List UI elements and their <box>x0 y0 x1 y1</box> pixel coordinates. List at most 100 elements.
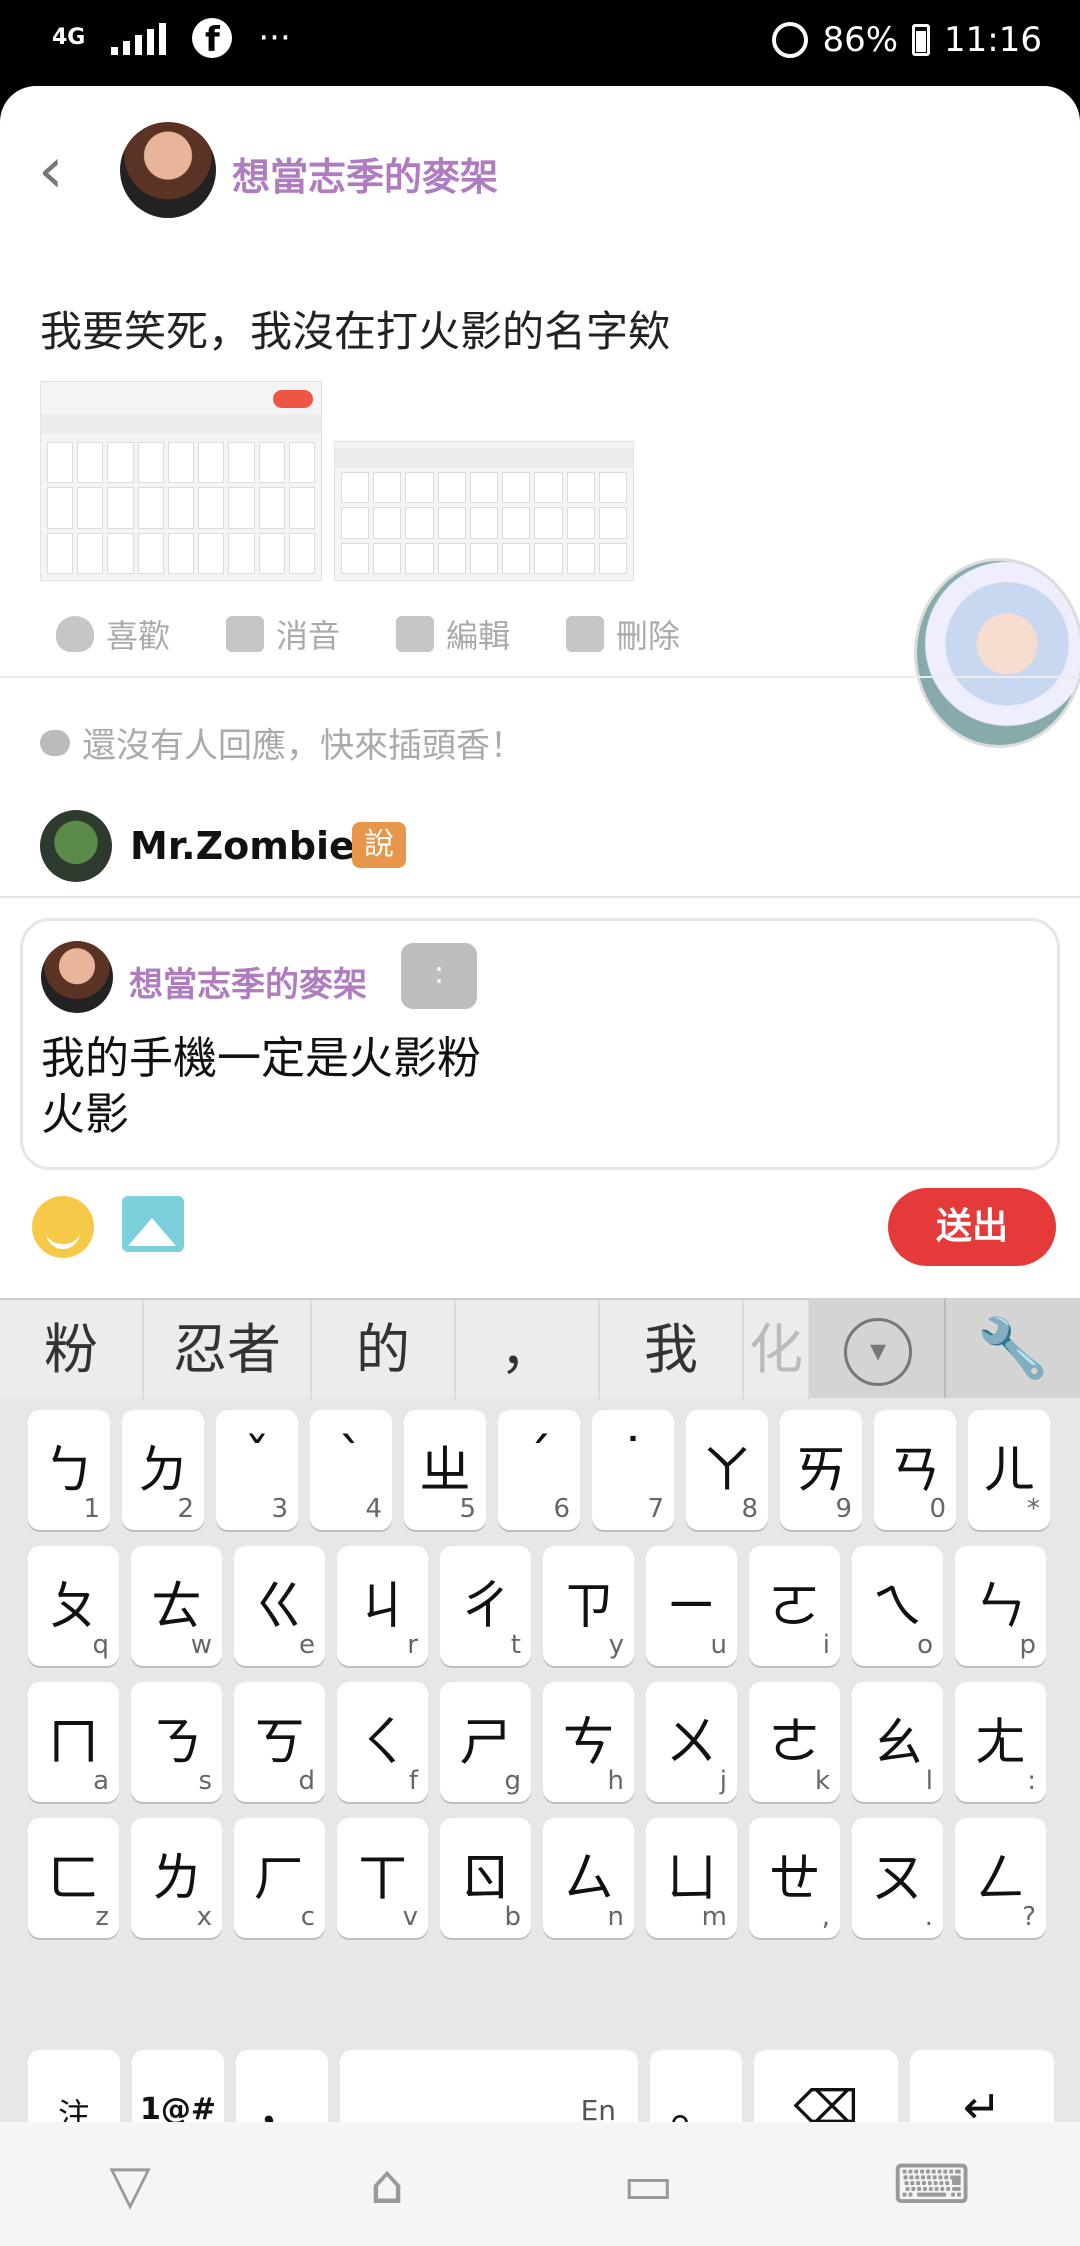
edit-button[interactable]: 編輯 <box>396 611 510 657</box>
key-a[interactable]: ㄇa <box>28 1682 119 1802</box>
network-indicator: 4G <box>52 25 86 50</box>
key-sub-label: 0 <box>929 1494 946 1524</box>
key-7[interactable]: ˙ 7 <box>592 1410 674 1530</box>
expand-candidates-button[interactable] <box>810 1298 944 1398</box>
key-o[interactable]: ㄟo <box>852 1546 943 1666</box>
nav-home-icon[interactable]: ⌂ <box>370 2153 404 2216</box>
key-main-label: ㄑ <box>356 1713 409 1773</box>
candidate-4[interactable]: ， <box>456 1300 600 1400</box>
author-name[interactable]: 想當志季的麥架 <box>232 146 498 201</box>
key-main-label: ㄤ <box>974 1713 1027 1773</box>
key-w[interactable]: ㄊw <box>131 1546 222 1666</box>
key-n[interactable]: ㄙn <box>543 1818 634 1938</box>
image-toolbar <box>41 414 321 434</box>
key-s[interactable]: ㄋs <box>131 1682 222 1802</box>
key-sub-label: v <box>402 1902 418 1932</box>
key-h[interactable]: ㄘh <box>543 1682 634 1802</box>
key-main-label: ㄚ <box>700 1441 753 1501</box>
key-p[interactable]: ㄣp <box>955 1546 1046 1666</box>
key-t[interactable]: ㄔt <box>440 1546 531 1666</box>
send-button[interactable]: 送出 <box>888 1188 1056 1266</box>
commenter-avatar[interactable] <box>40 810 112 882</box>
like-label: 喜歡 <box>106 617 171 655</box>
key-0[interactable]: ㄢ0 <box>874 1410 956 1530</box>
key-i[interactable]: ㄛi <box>749 1546 840 1666</box>
key-:[interactable]: ㄤ: <box>955 1682 1046 1802</box>
key-j[interactable]: ㄨj <box>646 1682 737 1802</box>
wrench-icon[interactable]: 🔧 <box>944 1298 1080 1398</box>
nav-keyboard-icon[interactable]: ⌨ <box>893 2153 971 2216</box>
key-?[interactable]: ㄥ? <box>955 1818 1046 1938</box>
candidate-3[interactable]: 的 <box>312 1300 456 1400</box>
comment-input-text[interactable]: 我的手機一定是火影粉 火影 <box>41 1031 481 1143</box>
key-sub-label: t <box>510 1630 521 1660</box>
key-x[interactable]: ㄌx <box>131 1818 222 1938</box>
floating-avatar-button[interactable] <box>914 558 1080 748</box>
key-q[interactable]: ㄆq <box>28 1546 119 1666</box>
emoji-icon[interactable] <box>32 1196 94 1258</box>
post-image-1[interactable] <box>40 381 322 581</box>
signal-icon <box>111 21 167 55</box>
key-,[interactable]: ㄝ, <box>749 1818 840 1938</box>
mute-button[interactable]: 消音 <box>226 611 340 657</box>
back-button[interactable]: ‹ <box>38 139 78 203</box>
key-4[interactable]: ˋ4 <box>310 1410 392 1530</box>
empty-replies-text: 還沒有人回應，快來插頭香！ <box>82 726 524 766</box>
key-sub-label: z <box>95 1902 109 1932</box>
key-main-label: ㄍ <box>253 1577 306 1637</box>
key-2[interactable]: ㄉ2 <box>122 1410 204 1530</box>
key-f[interactable]: ㄑf <box>337 1682 428 1802</box>
key-main-label: ㄧ <box>665 1577 718 1637</box>
candidate-2[interactable]: 忍者 <box>144 1300 312 1400</box>
key-b[interactable]: ㄖb <box>440 1818 531 1938</box>
key-l[interactable]: ㄠl <box>852 1682 943 1802</box>
candidate-1[interactable]: 粉 <box>0 1300 144 1400</box>
key-sub-label: . <box>924 1902 933 1932</box>
nav-back-icon[interactable]: ▽ <box>109 2153 151 2216</box>
delete-label: 刪除 <box>616 617 681 655</box>
candidate-6[interactable]: 化 <box>744 1300 810 1400</box>
key-*[interactable]: ㄦ * <box>968 1410 1050 1530</box>
key-1[interactable]: ㄅ1 <box>28 1410 110 1530</box>
comment-line-2: 火影 <box>41 1089 129 1140</box>
key-sub-label: w <box>190 1630 212 1660</box>
key-main-label: ㄛ <box>768 1577 821 1637</box>
delete-button[interactable]: 刪除 <box>566 611 680 657</box>
battery-percent: 86% <box>822 20 899 60</box>
key-main-label: ㄟ <box>871 1577 924 1637</box>
key-y[interactable]: ㄗy <box>543 1546 634 1666</box>
like-button[interactable]: 喜歡 <box>56 611 170 657</box>
key-k[interactable]: ㄜk <box>749 1682 840 1802</box>
comment-line-1: 我的手機一定是火影粉 <box>41 1033 481 1084</box>
commenter-name[interactable]: Mr.Zombie <box>130 824 355 868</box>
key-g[interactable]: ㄕg <box>440 1682 531 1802</box>
key-main-label: ㄕ <box>459 1713 512 1773</box>
key-e[interactable]: ㄍe <box>234 1546 325 1666</box>
post-image-2[interactable] <box>334 441 634 581</box>
key-8[interactable]: ㄚ8 <box>686 1410 768 1530</box>
nav-recents-icon[interactable]: ▭ <box>623 2153 674 2216</box>
key-.[interactable]: ㄡ. <box>852 1818 943 1938</box>
key-r[interactable]: ㄐr <box>337 1546 428 1666</box>
image-picker-icon[interactable] <box>122 1196 184 1252</box>
key-u[interactable]: ㄧu <box>646 1546 737 1666</box>
image-keyboard-grid <box>341 472 627 574</box>
key-v[interactable]: ㄒv <box>337 1818 428 1938</box>
key-3[interactable]: ˇ3 <box>216 1410 298 1530</box>
key-c[interactable]: ㄏc <box>234 1818 325 1938</box>
identity-tag-button[interactable]: : <box>401 943 477 1009</box>
key-m[interactable]: ㄩm <box>646 1818 737 1938</box>
empty-replies: 還沒有人回應，快來插頭香！ <box>40 718 524 767</box>
key-5[interactable]: ㄓ5 <box>404 1410 486 1530</box>
comment-input-box[interactable]: 想當志季的麥架 : 我的手機一定是火影粉 火影 <box>20 918 1060 1170</box>
key-sub-label: e <box>299 1630 315 1660</box>
candidate-5[interactable]: 我 <box>600 1300 744 1400</box>
key-sub-label: 1 <box>83 1494 100 1524</box>
post-detail-sheet: ‹ 想當志季的麥架 我要笑死，我沒在打火影的名字欸 喜歡 消音 編輯 刪除 還沒… <box>0 86 1080 2246</box>
key-9[interactable]: ㄞ9 <box>780 1410 862 1530</box>
key-sub-label: l <box>925 1766 933 1796</box>
key-d[interactable]: ㄎd <box>234 1682 325 1802</box>
author-avatar[interactable] <box>120 122 216 218</box>
key-z[interactable]: ㄈz <box>28 1818 119 1938</box>
key-6[interactable]: ˊ6 <box>498 1410 580 1530</box>
